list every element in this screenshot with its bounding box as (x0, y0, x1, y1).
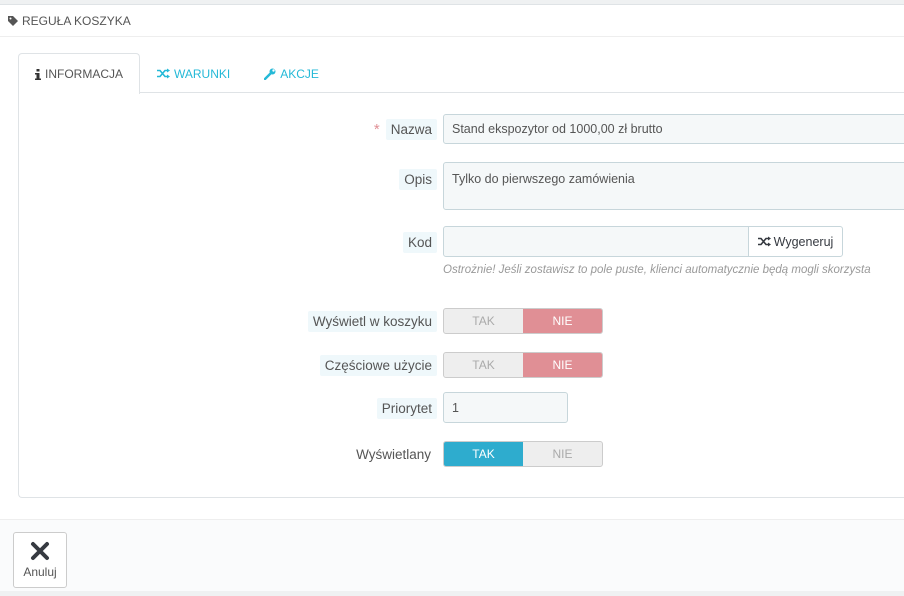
generate-label: Wygeneruj (773, 234, 834, 249)
priority-row: Priorytet 1 (19, 392, 904, 423)
tab-label: WARUNKI (174, 66, 231, 81)
tag-icon (7, 15, 19, 27)
partial-use-switch[interactable]: TAK NIE (443, 352, 603, 378)
info-icon (35, 68, 41, 80)
tab-label: INFORMACJA (45, 67, 123, 81)
close-icon (30, 541, 50, 561)
tab-informacja[interactable]: INFORMACJA (18, 53, 140, 94)
name-row: * Nazwa Stand ekspozytor od 1000,00 zł b… (19, 114, 904, 144)
tab-warunki[interactable]: WARUNKI (140, 53, 247, 93)
code-input[interactable] (443, 226, 749, 257)
description-label: Opis (399, 168, 437, 190)
tabs: INFORMACJA WARUNKI AKCJE (18, 53, 904, 94)
required-mark: * (373, 120, 380, 138)
panel-footer: Anuluj (0, 519, 904, 591)
wrench-icon (264, 68, 276, 80)
tab-akcje[interactable]: AKCJE (247, 53, 336, 93)
shuffle-icon (157, 68, 170, 79)
name-label: Nazwa (385, 118, 437, 140)
displayed-label: Wyświetlany (356, 446, 431, 462)
switch-no[interactable]: NIE (523, 309, 602, 333)
cancel-button[interactable]: Anuluj (13, 532, 67, 588)
panel-heading: REGUŁA KOSZYKA (0, 5, 904, 37)
code-help-text: Ostrożnie! Jeśli zostawisz to pole puste… (443, 264, 871, 276)
panel-title: REGUŁA KOSZYKA (22, 13, 131, 28)
show-in-cart-switch[interactable]: TAK NIE (443, 308, 603, 334)
switch-no[interactable]: NIE (523, 353, 602, 377)
code-label: Kod (402, 231, 437, 253)
generate-button[interactable]: Wygeneruj (748, 226, 843, 257)
partial-use-label: Częściowe użycie (319, 354, 437, 376)
displayed-row: Wyświetlany TAK NIE (19, 440, 904, 468)
cancel-label: Anuluj (23, 565, 57, 579)
description-textarea[interactable]: Tylko do pierwszego zamówienia (443, 162, 904, 210)
switch-yes[interactable]: TAK (444, 353, 523, 377)
description-row: Opis Tylko do pierwszego zamówienia (19, 162, 904, 210)
tab-content: * Nazwa Stand ekspozytor od 1000,00 zł b… (18, 92, 904, 498)
switch-yes[interactable]: TAK (444, 309, 523, 333)
partial-use-row: Częściowe użycie TAK NIE (19, 351, 904, 379)
switch-no[interactable]: NIE (523, 442, 602, 466)
shuffle-icon (757, 236, 771, 247)
show-in-cart-label: Wyświetl w koszyku (307, 310, 437, 332)
show-in-cart-row: Wyświetl w koszyku TAK NIE (19, 307, 904, 335)
cart-rule-panel: REGUŁA KOSZYKA INFORMACJA WARUNKI AKCJE (0, 4, 904, 591)
priority-input[interactable]: 1 (443, 392, 568, 423)
tab-label: AKCJE (280, 66, 319, 81)
name-input[interactable]: Stand ekspozytor od 1000,00 zł brutto (443, 114, 904, 144)
displayed-switch[interactable]: TAK NIE (443, 441, 603, 467)
priority-label: Priorytet (376, 397, 437, 419)
code-row: Kod Wygeneruj Ostrożnie! Jeśli zostawisz… (19, 226, 904, 276)
switch-yes[interactable]: TAK (444, 442, 523, 466)
